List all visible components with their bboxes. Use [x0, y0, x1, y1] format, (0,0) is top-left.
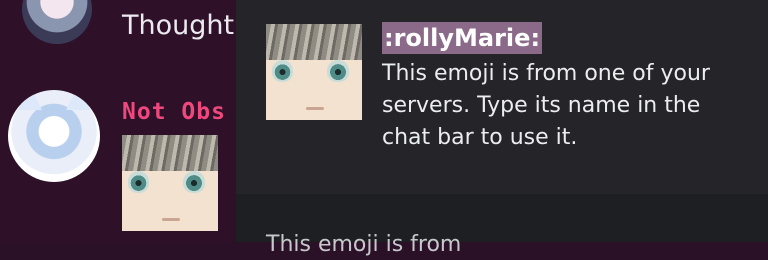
emoji-popout-footer: This emoji is from	[236, 194, 768, 257]
emoji-mouth	[162, 217, 180, 221]
emoji-hair	[122, 135, 218, 172]
user-avatar[interactable]	[22, 0, 92, 44]
emoji-hair	[266, 24, 362, 61]
message-username[interactable]: Not Obs	[122, 96, 226, 128]
popout-emoji-image	[266, 24, 362, 120]
emoji-name: :rollyMarie:	[382, 22, 543, 54]
emoji-eye-right	[327, 60, 349, 82]
user-avatar-fox[interactable]	[8, 90, 100, 182]
emoji-eye-left	[127, 171, 149, 193]
emoji-popout: :rollyMarie: This emoji is from one of y…	[236, 0, 768, 257]
rollymarie-emoji[interactable]	[122, 135, 218, 231]
emoji-eye-right	[183, 171, 205, 193]
emoji-source-text: This emoji is from	[266, 232, 462, 257]
emoji-description: This emoji is from one of your servers. …	[382, 61, 710, 150]
message-text: Thought	[122, 10, 235, 41]
avatar-ear-left	[18, 90, 42, 110]
chat-panel: Thought Not Obs	[0, 0, 236, 242]
emoji-mouth	[306, 106, 324, 110]
avatar-ear-right	[66, 90, 90, 110]
emoji-eye-left	[271, 60, 293, 82]
emoji-popout-header: :rollyMarie: This emoji is from one of y…	[236, 0, 768, 194]
